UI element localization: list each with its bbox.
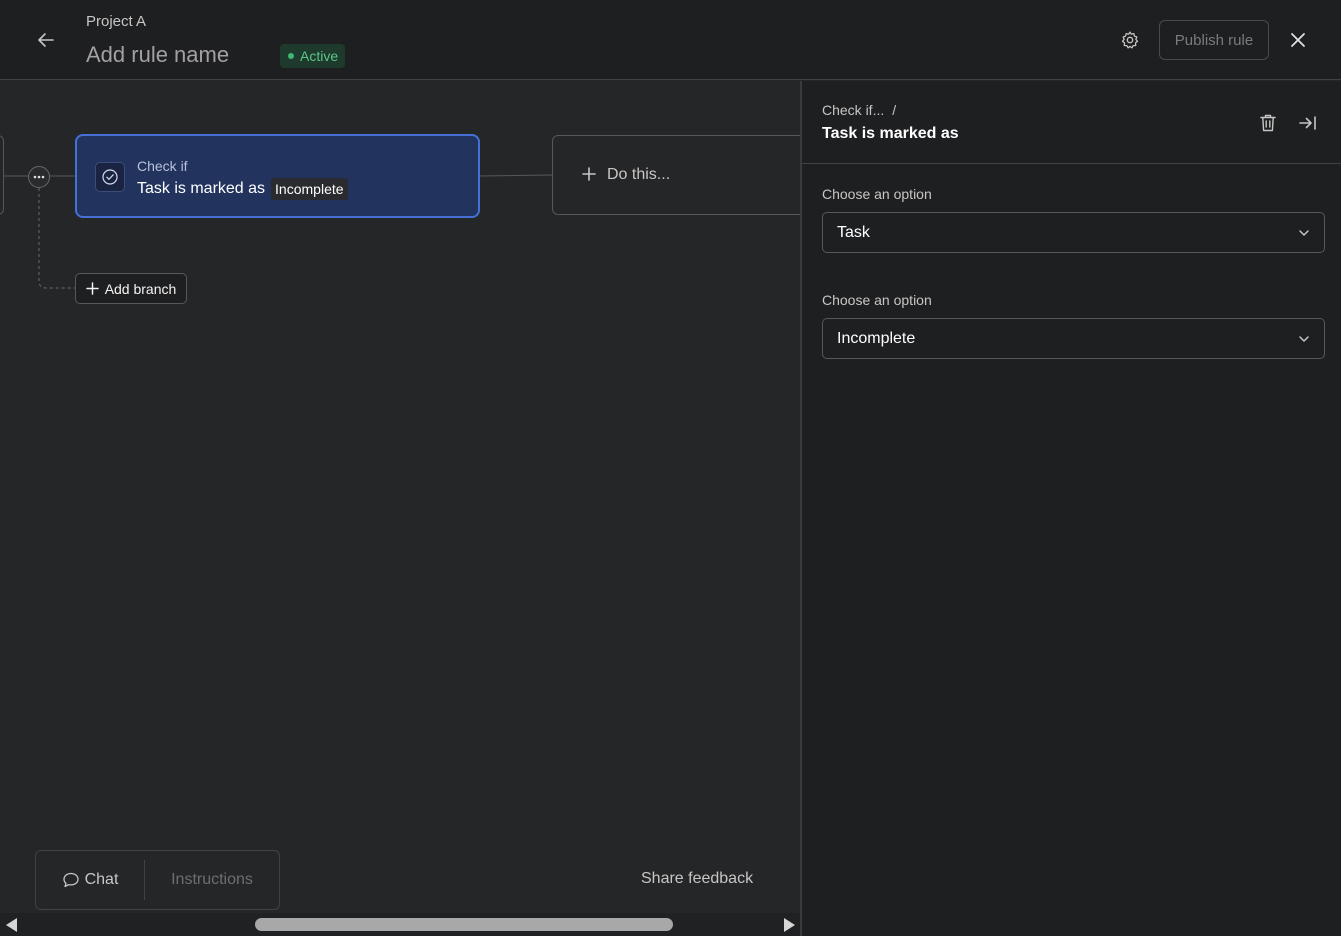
field-label-type: Choose an option xyxy=(822,186,932,202)
publish-rule-button[interactable]: Publish rule xyxy=(1159,20,1269,60)
status-label: Active xyxy=(300,48,339,64)
bottom-tab-group: Chat Instructions xyxy=(35,850,280,910)
gear-icon xyxy=(1121,31,1139,49)
close-button[interactable] xyxy=(1282,24,1314,56)
arrow-left-icon xyxy=(38,33,54,47)
field-label-status: Choose an option xyxy=(822,292,932,308)
panel-title: Task is marked as xyxy=(822,125,959,142)
status-dot-icon xyxy=(288,53,294,59)
add-branch-button[interactable]: Add branch xyxy=(75,273,187,304)
rule-name-input[interactable]: Add rule name xyxy=(86,42,229,68)
more-options-button[interactable] xyxy=(28,166,50,188)
tab-chat-label: Chat xyxy=(84,871,119,888)
delete-button[interactable] xyxy=(1256,111,1280,135)
close-icon xyxy=(1291,33,1305,47)
plus-icon xyxy=(85,282,99,295)
chevron-down-icon xyxy=(1299,335,1309,342)
status-badge: Active xyxy=(280,44,346,68)
type-select-value: Task xyxy=(837,223,870,241)
action-card[interactable]: Do this... xyxy=(552,135,800,215)
collapse-right-icon xyxy=(1299,116,1316,130)
trash-icon xyxy=(1260,114,1276,132)
tab-instructions[interactable]: Instructions xyxy=(145,850,279,910)
breadcrumb: Check if... / xyxy=(822,102,896,118)
tab-chat[interactable]: Chat xyxy=(36,850,144,910)
check-circle-icon xyxy=(102,169,118,185)
chevron-down-icon xyxy=(1299,229,1309,236)
chat-bubble-icon xyxy=(62,872,79,888)
project-name[interactable]: Project A xyxy=(86,13,146,30)
trigger-card[interactable]: Check if Task is marked as Incomplete xyxy=(75,134,480,218)
status-select-value: Incomplete xyxy=(837,329,916,347)
horizontal-scrollbar[interactable] xyxy=(0,913,800,936)
trigger-card-text: Task is marked as xyxy=(137,180,266,197)
collapse-panel-button[interactable] xyxy=(1296,111,1320,135)
status-select[interactable]: Incomplete xyxy=(822,318,1325,359)
breadcrumb-separator: / xyxy=(892,102,897,118)
header-bar: Project A Add rule name Active Publish r… xyxy=(0,0,1341,80)
breadcrumb-item[interactable]: Check if... xyxy=(822,102,884,118)
trigger-card-label: Check if xyxy=(137,158,188,174)
ellipsis-icon xyxy=(33,175,45,179)
check-if-icon-box xyxy=(95,162,125,192)
plus-icon xyxy=(582,167,596,181)
scroll-right-arrow-icon[interactable] xyxy=(784,918,795,932)
trigger-value-pill: Incomplete xyxy=(271,178,348,200)
type-select[interactable]: Task xyxy=(822,212,1325,253)
details-panel: Check if... / Task is marked as Choose a… xyxy=(800,81,1341,936)
action-card-label: Do this... xyxy=(607,166,671,183)
add-branch-label: Add branch xyxy=(104,280,177,297)
back-button[interactable] xyxy=(30,24,62,56)
trigger-card-condition: Task is marked as Incomplete xyxy=(137,178,348,200)
workflow-canvas[interactable]: Check if Task is marked as Incomplete Do… xyxy=(0,81,800,936)
settings-button[interactable] xyxy=(1114,24,1146,56)
scrollbar-thumb[interactable] xyxy=(255,918,673,931)
panel-header: Check if... / Task is marked as xyxy=(802,81,1341,164)
share-feedback-link[interactable]: Share feedback xyxy=(641,870,753,888)
scroll-left-arrow-icon[interactable] xyxy=(6,918,17,932)
